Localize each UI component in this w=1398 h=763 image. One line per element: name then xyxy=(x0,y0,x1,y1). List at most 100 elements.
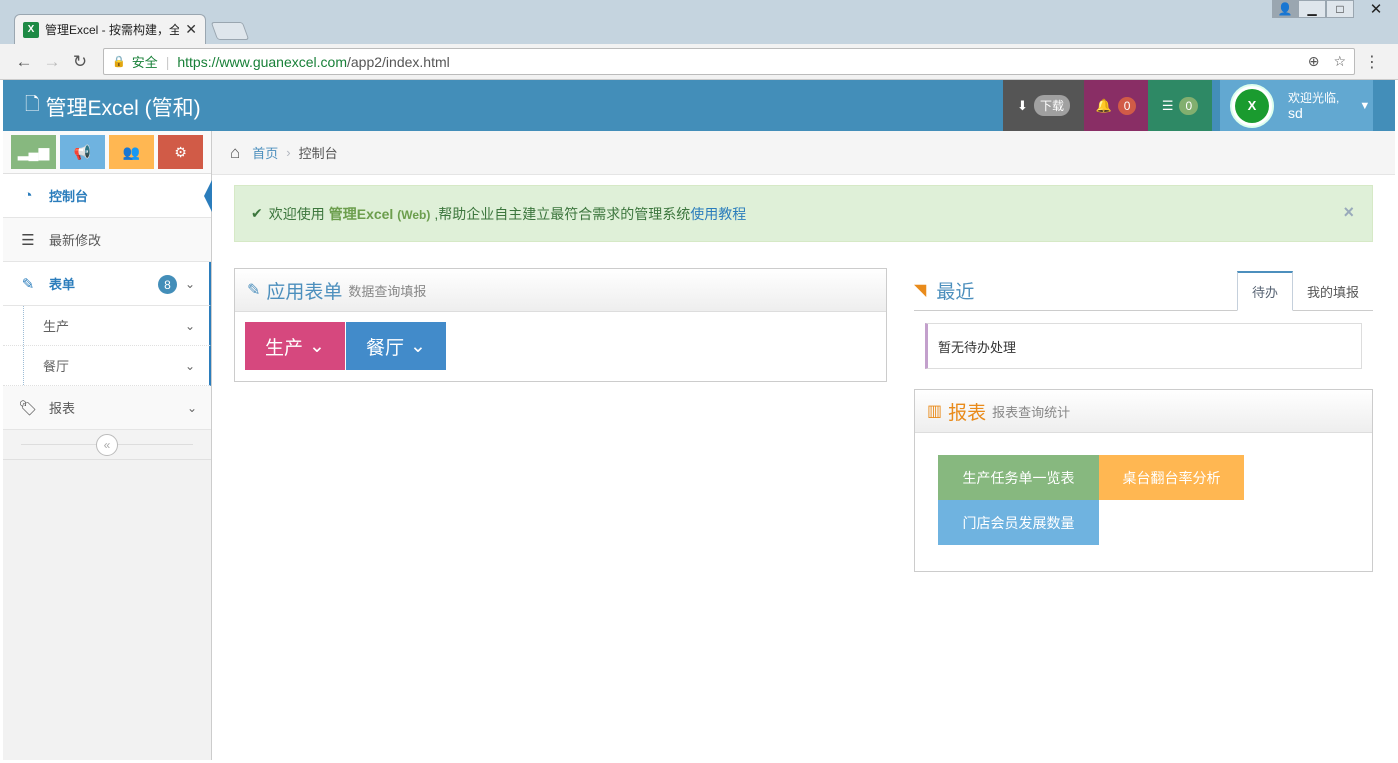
apps-subtitle: 数据查询填报 xyxy=(348,283,427,299)
tab-my-submissions[interactable]: 我的填报 xyxy=(1293,271,1373,311)
tab-close-icon[interactable]: ✕ xyxy=(185,21,197,38)
sidebar-subitem-production[interactable]: 生产 ⌄ xyxy=(3,306,211,346)
app-restaurant-button[interactable]: 餐厅 ⌄ xyxy=(345,322,446,370)
file-icon: 🗋 xyxy=(25,94,40,114)
report-production-tasks-button[interactable]: 生产任务单一览表 xyxy=(938,455,1099,500)
apps-widget: ✎ 应用表单 数据查询填报 生产 ⌄ 餐厅 ⌄ xyxy=(234,268,887,382)
report-member-growth-button[interactable]: 门店会员发展数量 xyxy=(938,500,1099,545)
download-button[interactable]: ⬇ 下载 xyxy=(1003,80,1084,131)
bookmark-star-icon[interactable]: ☆ xyxy=(1333,53,1346,70)
signal-icon[interactable]: ▂▄▆ xyxy=(11,135,56,169)
back-icon[interactable]: ← xyxy=(10,52,38,72)
forms-count-badge: 8 xyxy=(158,275,177,294)
report-table-turnover-button[interactable]: 桌台翻台率分析 xyxy=(1099,455,1244,500)
brand-title: 管理Excel (管和) xyxy=(45,97,201,120)
forward-icon[interactable]: → xyxy=(38,52,66,72)
avatar: X xyxy=(1230,83,1274,128)
url-bar[interactable]: 🔒 安全 | https://www.guanexcel.com /app2/i… xyxy=(103,48,1355,75)
breadcrumb-home[interactable]: 首页 xyxy=(252,143,278,162)
recent-header: ◥ 最近 待办 我的填报 xyxy=(914,270,1373,311)
tutorial-link[interactable]: 使用教程 xyxy=(690,204,746,224)
edit-icon: ✎ xyxy=(247,282,261,299)
users-icon[interactable]: 👥 xyxy=(109,135,154,169)
excel-logo-icon: X xyxy=(1235,88,1269,123)
sidebar-item-label: 控制台 xyxy=(49,189,89,204)
welcome-alert: ✔ 欢迎使用 管理Excel (Web) ,帮助企业自主建立最符合需求的管理系统… xyxy=(234,185,1373,242)
sidebar-shortcuts: ▂▄▆ 📢 👥 ⚙ xyxy=(3,131,211,174)
sidebar-subitem-restaurant[interactable]: 餐厅 ⌄ xyxy=(3,346,211,386)
chevron-down-icon: ⌄ xyxy=(309,335,325,357)
breadcrumb: ⌂ 首页 › 控制台 xyxy=(212,131,1395,175)
reports-widget-header: ▥ 报表 报表查询统计 xyxy=(915,390,1372,433)
home-icon: ⌂ xyxy=(230,142,241,162)
notifications-button[interactable]: 🔔 0 xyxy=(1084,80,1148,131)
new-tab-button[interactable] xyxy=(210,22,250,40)
alert-prefix: 欢迎使用 xyxy=(268,205,325,222)
cogs-icon[interactable]: ⚙ xyxy=(158,135,203,169)
sidebar-item-label: 表单 xyxy=(49,277,76,292)
alert-text: ,帮助企业自主建立最符合需求的管理系统 xyxy=(434,205,691,222)
close-icon[interactable]: × xyxy=(1343,202,1354,223)
tasks-button[interactable]: ☰ 0 xyxy=(1148,80,1212,131)
sidebar-collapse: « xyxy=(3,430,211,460)
caret-down-icon: ▼ xyxy=(1359,99,1371,112)
recent-title: 最近 xyxy=(936,281,975,303)
apps-widget-header: ✎ 应用表单 数据查询填报 xyxy=(235,269,886,312)
dashboard-icon: ◔ xyxy=(23,187,33,204)
chevron-down-icon: ⌄ xyxy=(186,400,197,415)
sidebar-item-forms[interactable]: ✎ 表单 8 ⌄ xyxy=(3,262,211,306)
tab-todo[interactable]: 待办 xyxy=(1236,271,1293,311)
download-label: 下载 xyxy=(1033,95,1070,116)
user-welcome: 欢迎光临, xyxy=(1288,90,1340,105)
download-icon: ⬇ xyxy=(1017,97,1028,113)
double-chevron-left-icon[interactable]: « xyxy=(96,434,118,456)
reports-widget: ▥ 报表 报表查询统计 生产任务单一览表 桌台翻台率分析 门店会员发展数量 xyxy=(914,389,1373,572)
sidebar-item-label: 报表 xyxy=(49,401,76,416)
todo-empty: 暂无待办处理 xyxy=(925,323,1362,369)
bell-icon: 🔔 xyxy=(1095,97,1112,113)
user-menu[interactable]: X 欢迎光临, sd ▼ xyxy=(1220,80,1373,131)
user-name: sd xyxy=(1288,104,1303,121)
address-toolbar: ← → ↻ 🔒 安全 | https://www.guanexcel.com /… xyxy=(0,44,1398,80)
bar-chart-icon: ▥ xyxy=(927,403,943,420)
list-icon: ☰ xyxy=(21,231,35,249)
notifications-badge: 0 xyxy=(1117,96,1137,115)
brand[interactable]: 🗋 管理Excel (管和) xyxy=(25,92,201,122)
chevron-down-icon: ⌄ xyxy=(184,318,195,333)
rss-icon: ◥ xyxy=(914,282,927,299)
chevron-down-icon: ⌄ xyxy=(409,335,426,357)
bullhorn-icon[interactable]: 📢 xyxy=(60,135,105,169)
alert-product: 管理Excel (Web) xyxy=(328,205,431,222)
lock-icon: 🔒 xyxy=(112,56,126,68)
url-separator: | xyxy=(165,53,170,70)
tag-icon: 🏷 xyxy=(18,399,38,417)
app-production-button[interactable]: 生产 ⌄ xyxy=(245,322,345,370)
app-navbar: 🗋 管理Excel (管和) ⬇ 下载 🔔 0 ☰ 0 X 欢迎光临, sd ▼ xyxy=(3,80,1395,131)
reports-title: 报表 xyxy=(948,402,987,424)
sidebar-item-recent-changes[interactable]: ☰ 最新修改 xyxy=(3,218,211,262)
chevron-down-icon: ⌄ xyxy=(184,276,195,291)
zoom-icon[interactable]: ⊕ xyxy=(1308,53,1320,70)
browser-tab[interactable]: X 管理Excel - 按需构建，全 ✕ xyxy=(14,14,206,44)
sidebar-item-dashboard[interactable]: ◔ 控制台 xyxy=(3,174,212,218)
sidebar-item-reports[interactable]: 🏷 报表 ⌄ xyxy=(3,386,211,430)
tab-title: 管理Excel - 按需构建，全 xyxy=(45,23,180,37)
chevron-down-icon: ⌄ xyxy=(184,358,195,373)
tasks-icon: ☰ xyxy=(1161,97,1174,113)
close-window-button[interactable]: ✕ xyxy=(1354,0,1398,18)
reload-icon[interactable]: ↻ xyxy=(66,52,94,72)
sidebar-item-label: 最新修改 xyxy=(49,233,102,248)
minimize-button[interactable]: ▁ xyxy=(1298,0,1326,18)
url-host: https://www.guanexcel.com xyxy=(177,53,347,70)
window-controls: 👤 ▁ □ ✕ xyxy=(1272,0,1398,18)
maximize-button[interactable]: □ xyxy=(1326,0,1354,18)
reports-subtitle: 报表查询统计 xyxy=(992,404,1071,420)
check-icon: ✔ xyxy=(251,205,263,221)
profile-icon[interactable]: 👤 xyxy=(1272,0,1298,18)
sidebar-item-label: 餐厅 xyxy=(43,359,70,374)
sidebar-item-label: 生产 xyxy=(43,319,70,334)
url-path: /app2/index.html xyxy=(347,53,450,70)
apps-title: 应用表单 xyxy=(266,281,343,303)
browser-menu-icon[interactable]: ⋮ xyxy=(1364,52,1380,72)
browser-titlebar: X 管理Excel - 按需构建，全 ✕ 👤 ▁ □ ✕ xyxy=(0,0,1398,44)
